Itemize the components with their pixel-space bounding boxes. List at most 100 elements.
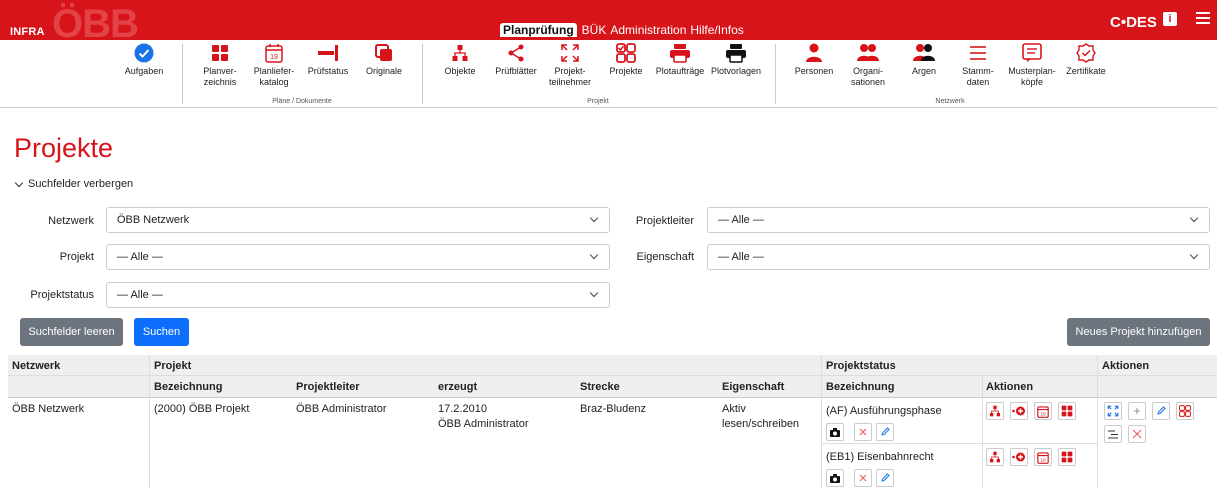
netzwerk-select[interactable]: ÖBB Netzwerk [106,207,610,233]
pencil-icon [881,427,890,436]
main-nav: Planprüfung BÜK Administration Hilfe/Inf… [500,23,746,37]
indent-button[interactable] [1104,425,1122,443]
check-circle-icon [134,43,154,63]
group-label-plaene: Pläne / Dokumente [272,98,332,105]
col-netzwerk: Netzwerk [12,360,61,372]
toolbar-originale[interactable]: Originale [350,42,418,77]
delete-button[interactable] [854,423,872,441]
close-icon [859,474,867,482]
grid-icon [212,45,228,61]
column-divider [1097,355,1098,488]
add-status-button[interactable] [1010,402,1028,420]
delete-project-button[interactable] [1128,425,1146,443]
participants-button[interactable] [1104,402,1122,420]
info-icon[interactable]: i [1163,12,1177,26]
cell-strecke: Braz-Bludenz [580,403,647,415]
toolbar-separator [775,44,776,104]
toolbar-plotvorlagen[interactable]: Plotvorlagen [702,42,770,77]
group-label-netzwerk: Netzwerk [935,98,965,105]
col-group-aktionen: Aktionen [1102,360,1150,372]
objects-button[interactable] [986,448,1004,466]
col-status-aktionen: Aktionen [986,381,1034,393]
pencil-icon [1157,406,1166,415]
toggle-search-label: Suchfelder verbergen [28,178,134,190]
add-button[interactable] [1128,402,1146,420]
calendar-button[interactable]: 19 [1034,402,1052,420]
toolbar: Aufgaben Planver- zeichnis 19 Planliefer… [0,40,1217,108]
chevron-down-icon [1189,213,1199,223]
page-title: Projekte [14,133,114,163]
chevron-down-icon [14,178,24,187]
projektleiter-label: Projektleiter [635,215,694,227]
codes-logo[interactable]: C•DES [1110,14,1157,31]
projekt-value: — Alle — [117,251,163,263]
column-divider [821,355,822,488]
plan-grid-button[interactable] [1058,402,1076,420]
eigenschaft-value: — Alle — [718,251,764,263]
camera-button[interactable] [826,423,844,441]
plan-grid-button[interactable] [1058,448,1076,466]
toggle-search-fields[interactable]: Suchfelder verbergen [14,178,133,190]
document-list-icon [1022,43,1042,62]
tab-planpruefung[interactable]: Planprüfung [500,23,577,37]
tab-administration[interactable]: Administration [608,23,688,37]
hierarchy-icon [990,451,1000,463]
eigenschaft-label: Eigenschaft [636,251,694,263]
project-modules-button[interactable] [1176,402,1194,420]
toolbar-aufgaben[interactable]: Aufgaben [110,42,178,77]
eigenschaft-select[interactable]: — Alle — [707,244,1210,270]
projektleiter-value: — Alle — [718,214,764,226]
chevron-down-icon [1189,250,1199,260]
add-circle-icon [1012,406,1025,416]
cell-erzeugt-by: ÖBB Administrator [438,418,529,430]
camera-button[interactable] [826,469,844,487]
calendar-button[interactable]: 19 [1034,448,1052,466]
col-eigenschaft: Eigenschaft [722,381,785,393]
edit-button[interactable] [876,469,894,487]
add-project-button[interactable]: Neues Projekt hinzufügen [1067,318,1210,346]
projects-grid-icon [1179,405,1191,417]
svg-text:19: 19 [1040,411,1046,416]
cell-eigenschaft-status: Aktiv [722,403,746,415]
toolbar-separator [422,44,423,104]
status-bezeichnung: (EB1) Eisenbahnrecht [826,451,934,463]
status-row-divider [821,443,1097,444]
status-bezeichnung: (AF) Ausführungsphase [826,405,942,417]
tab-hilfe-infos[interactable]: Hilfe/Infos [688,23,745,37]
printer-red-icon [670,44,690,63]
objects-button[interactable] [986,402,1004,420]
toolbar-label: Originale [365,66,403,76]
chevron-down-icon [589,213,599,223]
person-icon [806,43,822,62]
clear-search-button[interactable]: Suchfelder leeren [20,318,123,346]
projektstatus-select[interactable]: — Alle — [106,282,610,308]
toolbar-label: Zertifikate [1066,66,1106,76]
projektleiter-select[interactable]: — Alle — [707,207,1210,233]
col-bezeichnung: Bezeichnung [154,381,223,393]
chevron-down-icon [589,288,599,298]
close-icon [859,428,867,436]
group-label-projekt: Projekt [587,98,609,105]
status-bar-icon [318,45,338,61]
tab-buek[interactable]: BÜK [580,23,609,37]
col-projektleiter: Projektleiter [296,381,360,393]
pencil-icon [881,473,890,482]
edit-button[interactable] [876,423,894,441]
add-status-button[interactable] [1010,448,1028,466]
hamburger-menu-icon[interactable] [1196,12,1210,24]
col-status-bezeichnung: Bezeichnung [826,381,895,393]
projekt-label: Projekt [59,251,94,263]
share-icon [508,44,524,62]
delete-button[interactable] [854,469,872,487]
toolbar-label: Plotvorlagen [710,66,762,76]
projekt-select[interactable]: — Alle — [106,244,610,270]
hierarchy-icon [990,405,1000,417]
edit-project-button[interactable] [1152,402,1170,420]
toolbar-zertifikate[interactable]: Zertifikate [1052,42,1120,77]
column-divider [149,355,150,488]
expand-arrows-icon [561,44,579,62]
cell-projektleiter: ÖBB Administrator [296,403,387,415]
certificate-icon [1076,43,1096,63]
chevron-down-icon [589,250,599,260]
search-button[interactable]: Suchen [134,318,189,346]
